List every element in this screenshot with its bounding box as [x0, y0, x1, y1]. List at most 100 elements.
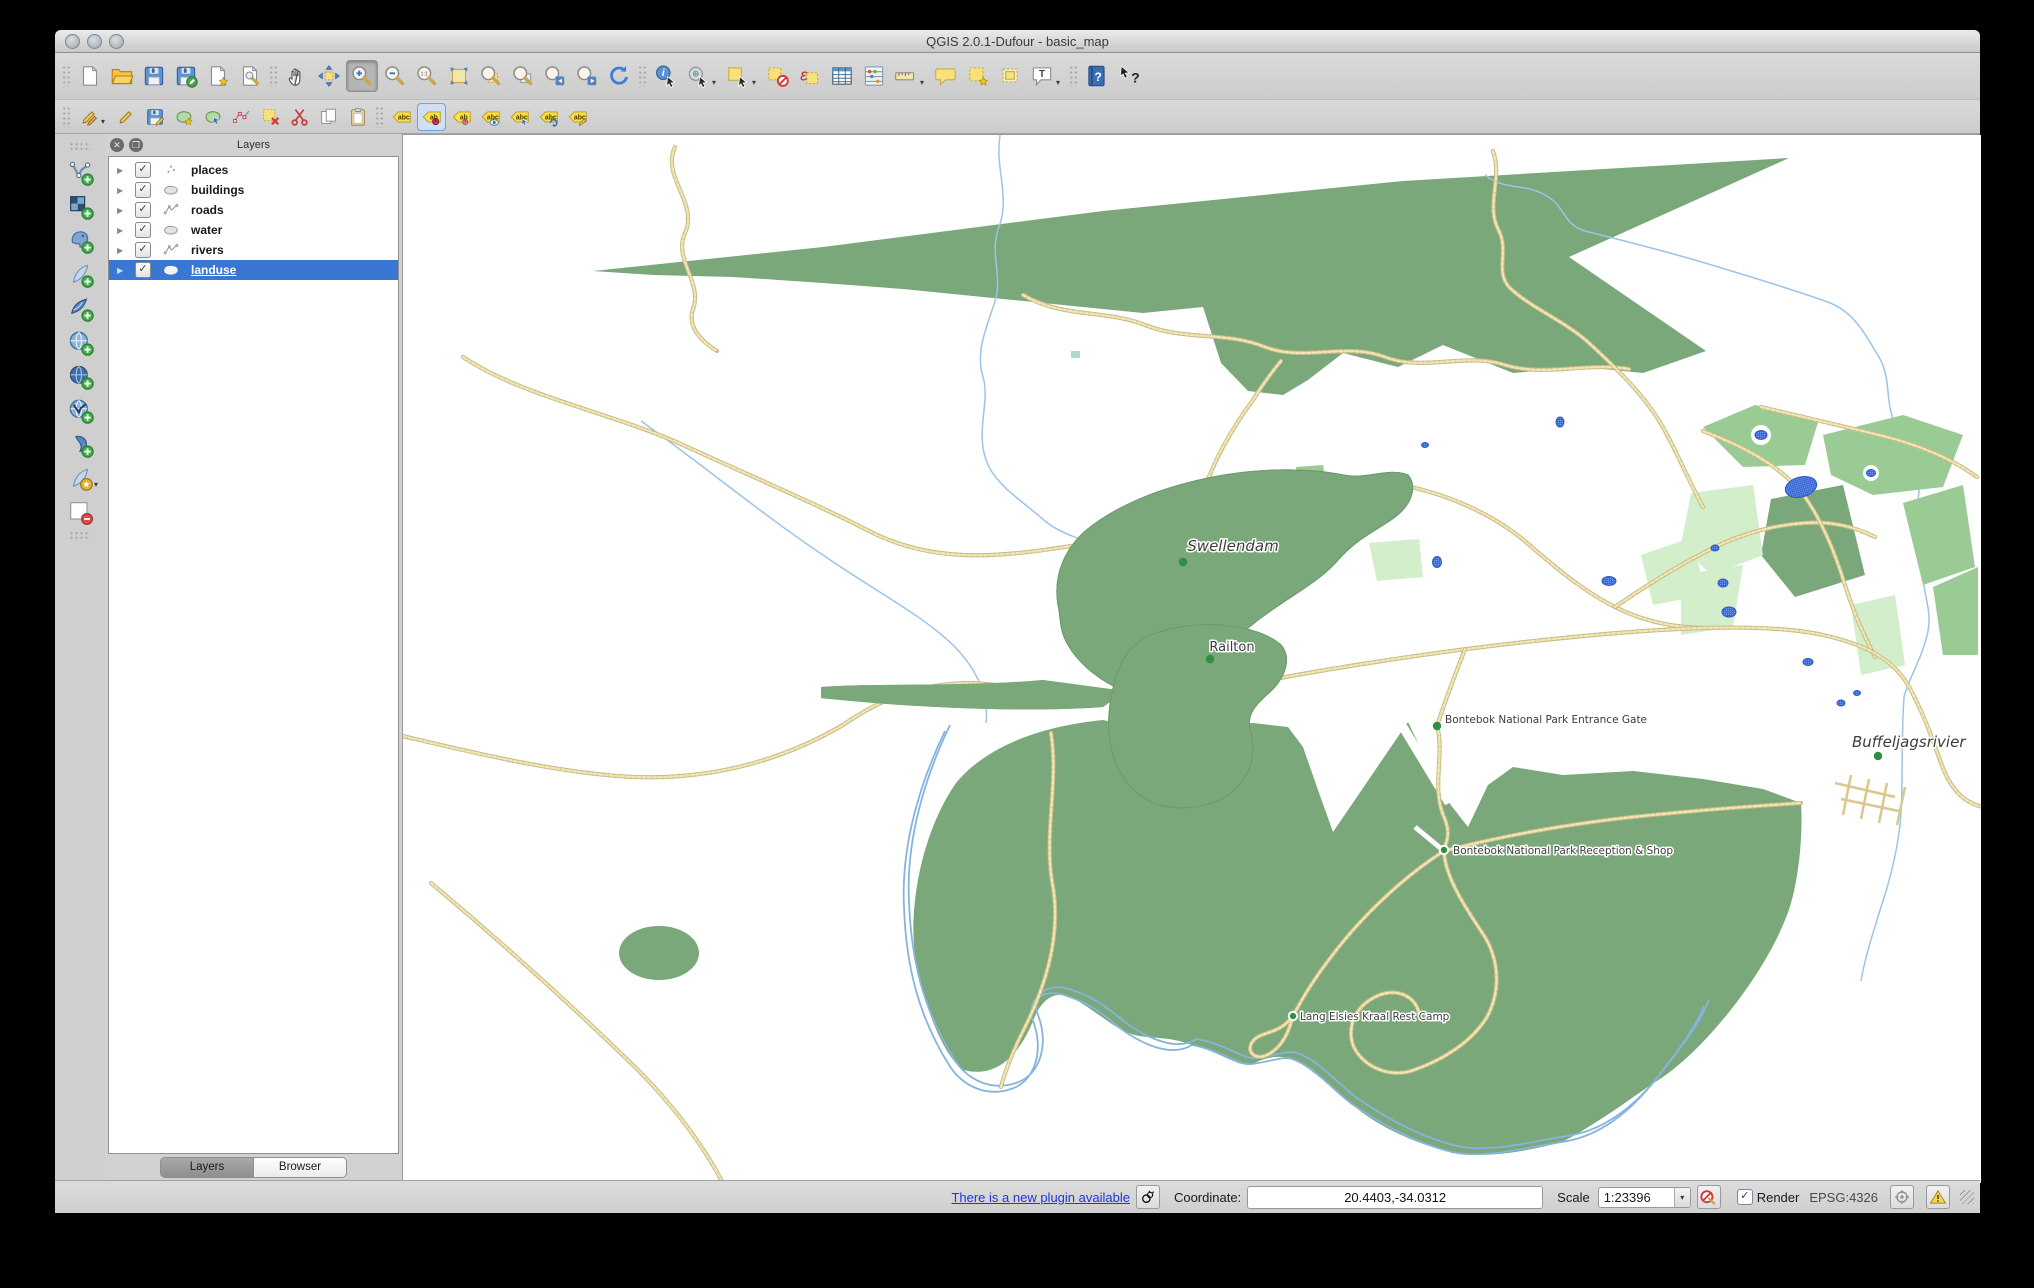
- zoom-next-button[interactable]: [572, 61, 602, 91]
- expand-arrow-icon[interactable]: ▶: [117, 166, 127, 175]
- zoom-in-button[interactable]: [346, 60, 378, 92]
- add-spatialite-layer-button[interactable]: [65, 259, 95, 289]
- layer-item-buildings[interactable]: ▶✓buildings: [109, 180, 398, 200]
- add-wfs-layer-button[interactable]: [65, 395, 95, 425]
- dropdown-arrow-icon[interactable]: ▾: [94, 480, 102, 489]
- panel-float-icon[interactable]: ❐: [129, 138, 143, 152]
- dropdown-arrow-icon[interactable]: ▾: [752, 78, 760, 87]
- measure-button[interactable]: ▾: [891, 61, 921, 91]
- minimize-window-button[interactable]: [87, 34, 102, 49]
- show-bookmarks-button[interactable]: [995, 61, 1025, 91]
- zoom-to-layer-button[interactable]: [508, 61, 538, 91]
- toggle-editing-button[interactable]: [112, 104, 139, 130]
- add-mssql-layer-button[interactable]: [65, 293, 95, 323]
- layer-item-landuse[interactable]: ▶✓landuse: [109, 260, 398, 280]
- zoom-native-button[interactable]: 1:1: [412, 61, 442, 91]
- expand-arrow-icon[interactable]: ▶: [117, 206, 127, 215]
- dropdown-arrow-icon[interactable]: ▾: [1056, 78, 1064, 87]
- layer-item-roads[interactable]: ▶✓roads: [109, 200, 398, 220]
- add-feature-button[interactable]: [170, 104, 197, 130]
- show-hide-labels-button[interactable]: abc: [477, 104, 504, 130]
- pin-labels-button[interactable]: ab: [417, 103, 446, 131]
- remove-layer-button[interactable]: [65, 497, 95, 527]
- add-vector-layer-button[interactable]: [65, 157, 95, 187]
- expand-arrow-icon[interactable]: ▶: [117, 266, 127, 275]
- field-calculator-button[interactable]: [859, 61, 889, 91]
- tab-layers[interactable]: Layers: [161, 1158, 253, 1177]
- add-wms-layer-button[interactable]: [65, 327, 95, 357]
- node-tool-button[interactable]: [228, 104, 255, 130]
- open-project-button[interactable]: [107, 61, 137, 91]
- new-composer-button[interactable]: [203, 61, 233, 91]
- help-contents-button[interactable]: ?: [1082, 61, 1112, 91]
- rotate-label-button[interactable]: abc: [535, 104, 562, 130]
- select-by-expression-button[interactable]: ε: [795, 61, 825, 91]
- layer-visibility-checkbox[interactable]: ✓: [135, 182, 151, 198]
- zoom-to-selection-button[interactable]: [476, 61, 506, 91]
- deselect-features-button[interactable]: [763, 61, 793, 91]
- close-window-button[interactable]: [65, 34, 80, 49]
- title-bar[interactable]: QGIS 2.0.1-Dufour - basic_map: [55, 30, 1980, 53]
- map-canvas[interactable]: SwellendamRailtonBontebok National Park …: [402, 134, 1980, 1180]
- copy-features-button[interactable]: [315, 104, 342, 130]
- layer-visibility-checkbox[interactable]: ✓: [135, 202, 151, 218]
- labeling-button[interactable]: abc: [388, 104, 415, 130]
- add-oracle-layer-button[interactable]: [65, 429, 95, 459]
- composer-manager-button[interactable]: [235, 61, 265, 91]
- dropdown-arrow-icon[interactable]: ▾: [712, 78, 720, 87]
- new-shapefile-layer-button[interactable]: ▾: [65, 463, 95, 493]
- plugin-available-link[interactable]: There is a new plugin available: [951, 1190, 1130, 1205]
- resize-grip[interactable]: [1960, 1190, 1974, 1204]
- crs-status-icon[interactable]: [1890, 1185, 1914, 1209]
- expand-arrow-icon[interactable]: ▶: [117, 186, 127, 195]
- map-tips-button[interactable]: [931, 61, 961, 91]
- feature-action-button[interactable]: ▾: [683, 61, 713, 91]
- plugin-icon[interactable]: [1136, 1185, 1160, 1209]
- add-postgis-layer-button[interactable]: [65, 225, 95, 255]
- scale-combo[interactable]: 1:23396 ▾: [1598, 1187, 1691, 1208]
- attribute-table-button[interactable]: [827, 61, 857, 91]
- layer-visibility-checkbox[interactable]: ✓: [135, 242, 151, 258]
- new-bookmark-button[interactable]: [963, 61, 993, 91]
- refresh-button[interactable]: [604, 61, 634, 91]
- new-project-button[interactable]: [75, 61, 105, 91]
- zoom-last-button[interactable]: [540, 61, 570, 91]
- coordinate-input[interactable]: [1247, 1186, 1543, 1209]
- paste-features-button[interactable]: [344, 104, 371, 130]
- pan-to-selection-button[interactable]: [314, 61, 344, 91]
- dropdown-arrow-icon[interactable]: ▾: [101, 117, 109, 126]
- pan-map-button[interactable]: [282, 61, 312, 91]
- messages-warning-icon[interactable]: [1926, 1185, 1950, 1209]
- layer-item-rivers[interactable]: ▶✓rivers: [109, 240, 398, 260]
- zoom-full-button[interactable]: [444, 61, 474, 91]
- save-edits-button[interactable]: [141, 104, 168, 130]
- render-checkbox[interactable]: ✓: [1737, 1189, 1753, 1205]
- layer-visibility-checkbox[interactable]: ✓: [135, 222, 151, 238]
- expand-arrow-icon[interactable]: ▶: [117, 226, 127, 235]
- highlight-pinned-labels-button[interactable]: ab: [448, 104, 475, 130]
- zoom-window-button[interactable]: [109, 34, 124, 49]
- cut-features-button[interactable]: [286, 104, 313, 130]
- add-raster-layer-button[interactable]: [65, 191, 95, 221]
- stop-render-icon[interactable]: [1697, 1185, 1721, 1209]
- scale-dropdown-icon[interactable]: ▾: [1674, 1188, 1690, 1207]
- whats-this-button[interactable]: ?: [1114, 61, 1144, 91]
- add-wcs-layer-button[interactable]: [65, 361, 95, 391]
- dropdown-arrow-icon[interactable]: ▾: [920, 78, 928, 87]
- layer-item-water[interactable]: ▶✓water: [109, 220, 398, 240]
- change-label-properties-button[interactable]: abc: [564, 104, 591, 130]
- select-features-button[interactable]: ▾: [723, 61, 753, 91]
- text-annotation-button[interactable]: T▾: [1027, 61, 1057, 91]
- identify-button[interactable]: i: [651, 61, 681, 91]
- move-label-button[interactable]: abc: [506, 104, 533, 130]
- save-project-as-button[interactable]: [171, 61, 201, 91]
- layer-visibility-checkbox[interactable]: ✓: [135, 162, 151, 178]
- save-project-button[interactable]: [139, 61, 169, 91]
- tab-browser[interactable]: Browser: [253, 1158, 346, 1177]
- layer-item-places[interactable]: ▶✓places: [109, 160, 398, 180]
- panel-close-icon[interactable]: ✕: [110, 138, 124, 152]
- layer-visibility-checkbox[interactable]: ✓: [135, 262, 151, 278]
- map-svg[interactable]: SwellendamRailtonBontebok National Park …: [403, 135, 1981, 1183]
- zoom-out-button[interactable]: [380, 61, 410, 91]
- delete-selected-button[interactable]: [257, 104, 284, 130]
